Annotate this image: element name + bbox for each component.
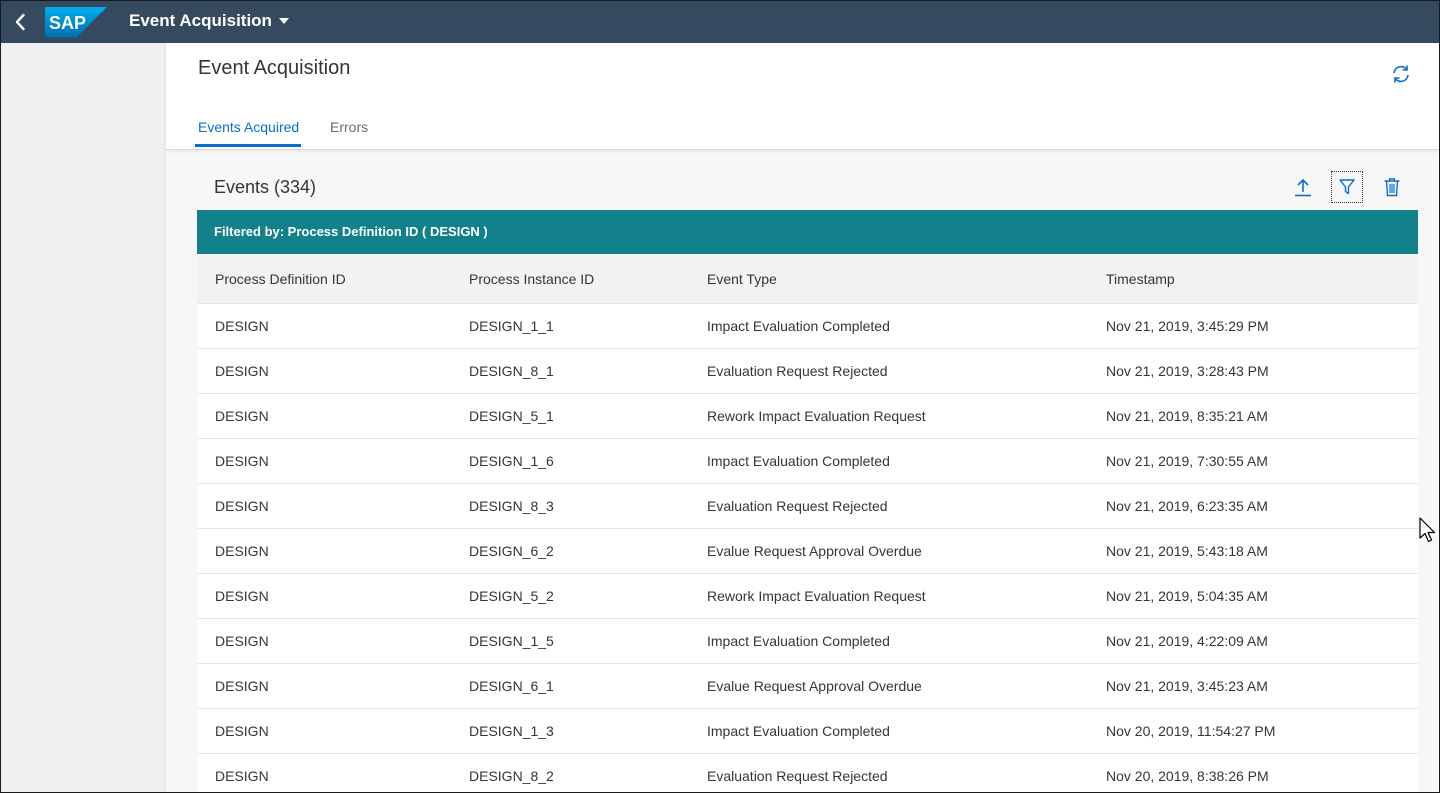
table-row[interactable]: DESIGN DESIGN_6_2 Evalue Request Approva… — [197, 529, 1418, 574]
chevron-left-icon — [15, 13, 25, 31]
cell-event-type: Evaluation Request Rejected — [707, 498, 888, 514]
cell-process-definition-id: DESIGN — [215, 498, 269, 514]
cell-process-definition-id: DESIGN — [215, 588, 269, 604]
upload-button[interactable] — [1287, 171, 1319, 203]
sap-logo[interactable]: SAP — [45, 7, 107, 37]
mouse-cursor-icon — [1419, 517, 1436, 543]
cell-process-instance-id: DESIGN_6_2 — [469, 543, 554, 559]
cell-process-definition-id: DESIGN — [215, 363, 269, 379]
cell-process-definition-id: DESIGN — [215, 453, 269, 469]
cell-process-instance-id: DESIGN_8_1 — [469, 363, 554, 379]
app-title-menu[interactable]: Event Acquisition — [129, 11, 289, 31]
cell-process-definition-id: DESIGN — [215, 408, 269, 424]
delete-button[interactable] — [1376, 171, 1408, 203]
cell-process-definition-id: DESIGN — [215, 543, 269, 559]
page-title: Event Acquisition — [198, 57, 351, 79]
cell-event-type: Evaluation Request Rejected — [707, 363, 888, 379]
cell-timestamp: Nov 21, 2019, 3:28:43 PM — [1106, 363, 1269, 379]
cell-event-type: Evalue Request Approval Overdue — [707, 543, 922, 559]
tab-selected-indicator — [195, 144, 301, 147]
tab-events-acquired[interactable]: Events Acquired — [198, 119, 299, 135]
filter-info-bar: Filtered by: Process Definition ID ( DES… — [197, 210, 1418, 254]
events-table: Process Definition ID Process Instance I… — [197, 254, 1418, 792]
cell-timestamp: Nov 21, 2019, 6:23:35 AM — [1106, 498, 1268, 514]
cell-process-instance-id: DESIGN_5_1 — [469, 408, 554, 424]
cell-timestamp: Nov 21, 2019, 4:22:09 AM — [1106, 633, 1268, 649]
cell-process-instance-id: DESIGN_8_2 — [469, 768, 554, 784]
cell-timestamp: Nov 21, 2019, 3:45:23 AM — [1106, 678, 1268, 694]
column-header-process-instance-id[interactable]: Process Instance ID — [469, 254, 594, 303]
table-row[interactable]: DESIGN DESIGN_1_3 Impact Evaluation Comp… — [197, 709, 1418, 754]
table-row[interactable]: DESIGN DESIGN_1_1 Impact Evaluation Comp… — [197, 304, 1418, 349]
events-count-title: Events (334) — [214, 177, 317, 197]
side-shadow — [164, 43, 167, 792]
table-header: Process Definition ID Process Instance I… — [197, 254, 1418, 304]
cell-process-instance-id: DESIGN_1_3 — [469, 723, 554, 739]
table-row[interactable]: DESIGN DESIGN_8_1 Evaluation Request Rej… — [197, 349, 1418, 394]
cell-event-type: Evaluation Request Rejected — [707, 768, 888, 784]
upload-icon — [1295, 178, 1311, 197]
table-row[interactable]: DESIGN DESIGN_6_1 Evalue Request Approva… — [197, 664, 1418, 709]
table-row[interactable]: DESIGN DESIGN_8_3 Evaluation Request Rej… — [197, 484, 1418, 529]
cell-timestamp: Nov 20, 2019, 11:54:27 PM — [1106, 723, 1276, 739]
cell-timestamp: Nov 21, 2019, 5:04:35 AM — [1106, 588, 1268, 604]
cell-process-instance-id: DESIGN_1_5 — [469, 633, 554, 649]
shell-bar: SAP Event Acquisition — [1, 1, 1439, 43]
column-header-event-type[interactable]: Event Type — [707, 254, 777, 303]
filter-button[interactable] — [1331, 171, 1363, 203]
app-window: SAP Event Acquisition Event Acquisition … — [0, 0, 1440, 793]
caret-down-icon — [278, 18, 289, 24]
cell-process-instance-id: DESIGN_8_3 — [469, 498, 554, 514]
cell-event-type: Impact Evaluation Completed — [707, 318, 890, 334]
cell-event-type: Impact Evaluation Completed — [707, 633, 890, 649]
cell-process-definition-id: DESIGN — [215, 633, 269, 649]
cell-timestamp: Nov 21, 2019, 7:30:55 AM — [1106, 453, 1268, 469]
filter-icon — [1339, 179, 1355, 195]
cell-process-definition-id: DESIGN — [215, 678, 269, 694]
cell-event-type: Impact Evaluation Completed — [707, 723, 890, 739]
cell-process-instance-id: DESIGN_6_1 — [469, 678, 554, 694]
svg-text:SAP: SAP — [49, 13, 86, 33]
page-header: Event Acquisition Events Acquired Errors — [166, 43, 1439, 150]
cell-timestamp: Nov 21, 2019, 5:43:18 AM — [1106, 543, 1268, 559]
cell-event-type: Evalue Request Approval Overdue — [707, 678, 922, 694]
cell-process-instance-id: DESIGN_1_6 — [469, 453, 554, 469]
cell-process-definition-id: DESIGN — [215, 723, 269, 739]
back-button[interactable] — [9, 10, 33, 34]
cell-process-instance-id: DESIGN_1_1 — [469, 318, 554, 334]
tab-errors[interactable]: Errors — [330, 119, 368, 135]
cell-process-instance-id: DESIGN_5_2 — [469, 588, 554, 604]
cell-timestamp: Nov 20, 2019, 8:38:26 PM — [1106, 768, 1269, 784]
app-title: Event Acquisition — [129, 11, 272, 30]
cell-timestamp: Nov 21, 2019, 8:35:21 AM — [1106, 408, 1268, 424]
trash-icon — [1384, 178, 1400, 197]
table-row[interactable]: DESIGN DESIGN_5_1 Rework Impact Evaluati… — [197, 394, 1418, 439]
side-area — [1, 43, 164, 792]
cell-timestamp: Nov 21, 2019, 3:45:29 PM — [1106, 318, 1269, 334]
table-row[interactable]: DESIGN DESIGN_1_6 Impact Evaluation Comp… — [197, 439, 1418, 484]
refresh-icon — [1393, 65, 1409, 83]
cell-event-type: Rework Impact Evaluation Request — [707, 408, 926, 424]
table-row[interactable]: DESIGN DESIGN_1_5 Impact Evaluation Comp… — [197, 619, 1418, 664]
cell-process-definition-id: DESIGN — [215, 768, 269, 784]
refresh-button[interactable] — [1390, 63, 1412, 85]
cell-event-type: Rework Impact Evaluation Request — [707, 588, 926, 604]
table-row[interactable]: DESIGN DESIGN_5_2 Rework Impact Evaluati… — [197, 574, 1418, 619]
cell-process-definition-id: DESIGN — [215, 318, 269, 334]
cell-event-type: Impact Evaluation Completed — [707, 453, 890, 469]
column-header-timestamp[interactable]: Timestamp — [1106, 254, 1175, 303]
column-header-process-definition-id[interactable]: Process Definition ID — [215, 254, 346, 303]
table-row[interactable]: DESIGN DESIGN_8_2 Evaluation Request Rej… — [197, 754, 1418, 792]
